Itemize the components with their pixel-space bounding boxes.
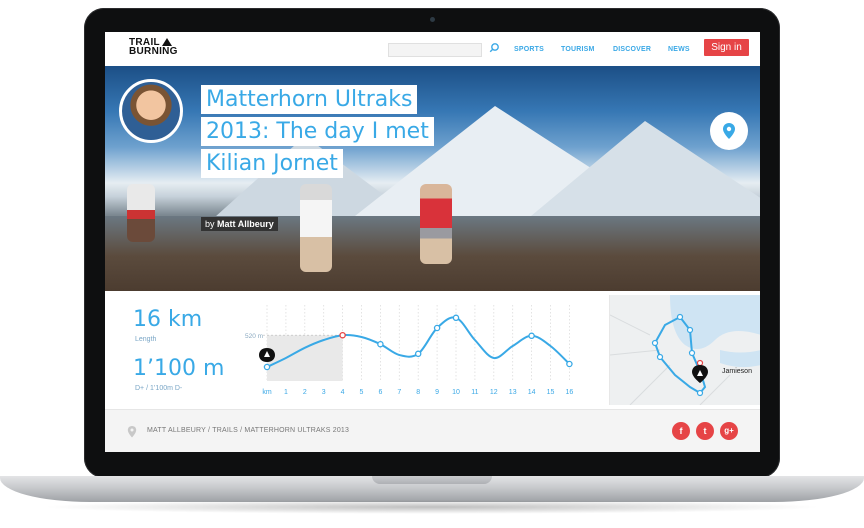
logo-line2: BURNING [129,46,178,57]
breadcrumb-author[interactable]: MATT ALLBEURY [147,427,206,434]
facebook-icon[interactable]: f [672,422,690,440]
laptop-notch [372,476,492,484]
chart-point [339,331,346,339]
chart-tick-label: 7 [397,389,401,396]
stats-panel: 16 km Length 1’100 m D+ / 1’100m D- 520 … [105,291,760,409]
chart-tick-label: 5 [360,389,364,396]
nav-sports[interactable]: SPORTS [514,46,544,53]
chart-tick-label: 16 [566,389,574,396]
chart-point [414,350,422,358]
route-map[interactable]: Jamieson [609,295,760,405]
elevation-label: D+ / 1’100m D- [135,385,183,392]
route-map-canvas [610,295,760,405]
logo-triangle-icon [161,38,172,46]
site-header: TRAIL BURNING SPORTS TOURISM DISCOVER NE… [105,32,760,66]
chart-point [452,314,460,322]
location-pin-icon [723,123,735,139]
chart-tick-label: 11 [471,389,478,396]
breadcrumb-trails[interactable]: TRAILS [212,427,238,434]
camera-icon [430,17,435,22]
chart-tick-label: 13 [509,389,517,396]
byline-prefix: by [205,219,215,229]
byline: by Matt Allbeury [201,217,278,231]
chart-point [528,332,535,340]
nav-tourism[interactable]: TOURISM [561,46,595,53]
logo[interactable]: TRAIL BURNING [129,38,178,57]
chart-highlight-area [267,335,343,381]
article-title-line3: Kilian Jornet [201,149,343,178]
nav-discover[interactable]: DISCOVER [613,46,651,53]
screen: TRAIL BURNING SPORTS TOURISM DISCOVER NE… [105,32,760,452]
chart-tick-label: 2 [303,389,307,396]
nav-news[interactable]: NEWS [668,46,690,53]
breadcrumb: MATT ALLBEURY / TRAILS / MATTERHORN ULTR… [147,427,349,434]
chart-point [263,363,271,371]
chart-tick-label: 10 [452,389,460,396]
laptop-shadow [40,500,824,514]
twitter-icon[interactable]: t [696,422,714,440]
distance-label: Length [135,336,157,343]
chart-point [377,340,384,348]
article-title-line1: Matterhorn Ultraks [201,85,418,114]
google-plus-icon[interactable]: g+ [720,422,738,440]
elevation-value: 1’100 m [133,356,225,381]
hero-image: Matterhorn Ultraks 2013: The day I met K… [105,66,760,291]
chart-point [433,324,441,332]
breadcrumb-current: MATTERHORN ULTRAKS 2013 [244,427,350,434]
breadcrumb-separator: / [240,427,243,434]
chart-annotation-label: 520 m [245,333,263,340]
chart-point [566,360,573,368]
avatar[interactable] [119,79,183,143]
runner-figure [420,184,452,264]
runner-figure [300,184,332,272]
chart-tick-label: 14 [528,389,536,396]
location-button[interactable] [710,112,748,150]
chart-tick-label: 1 [284,389,288,396]
chart-tick-label: 6 [378,389,382,396]
chart-tick-label: 9 [435,389,439,396]
map-place-label: Jamieson [722,368,752,375]
signin-button[interactable]: Sign in [704,39,749,56]
chart-tick-label: km [262,389,272,396]
chart-tick-label: 15 [547,389,555,396]
chart-tick-label: 12 [490,389,498,396]
search-input[interactable] [388,43,482,57]
breadcrumb-separator: / [208,427,211,434]
runner-figure [127,184,155,242]
distance-value: 16 km [133,307,203,332]
search-icon[interactable] [487,41,501,55]
location-pin-icon [127,426,137,438]
chart-tick-label: 8 [416,389,420,396]
footer-bar: MATT ALLBEURY / TRAILS / MATTERHORN ULTR… [105,409,760,452]
author-name[interactable]: Matt Allbeury [217,219,274,229]
article-title-line2: 2013: The day I met [201,117,434,146]
chart-tick-label: 4 [341,389,345,396]
chart-tick-label: 3 [322,389,326,396]
elevation-chart: 520 mkm 1 2 3 4 5 6 7 8 9 10 11 12 13 14 15 16 [245,305,574,396]
